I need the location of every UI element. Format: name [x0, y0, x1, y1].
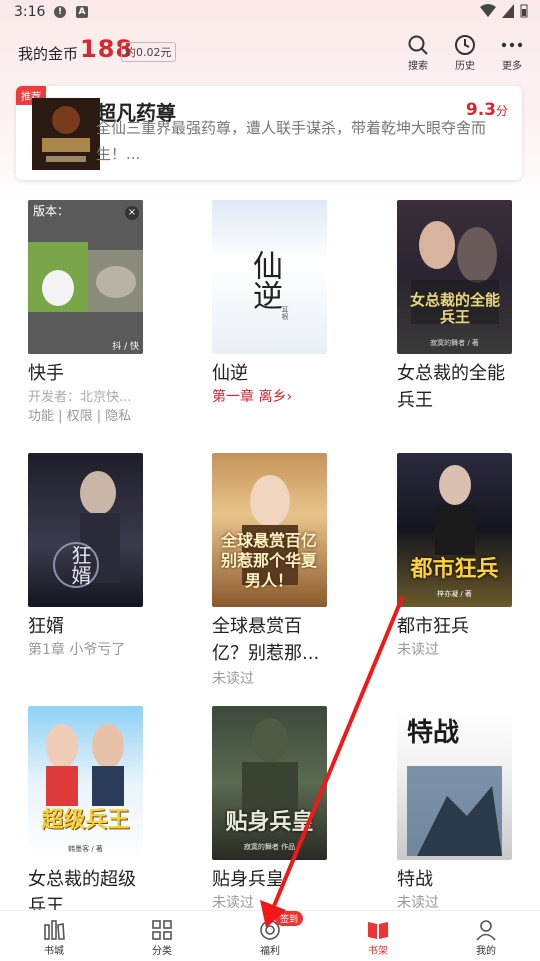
ad-version-label: 版本：	[33, 204, 70, 218]
cover-text: 特战	[407, 718, 460, 748]
recommend-card[interactable]: 推荐 超凡药尊 全仙三重界最强药尊，遭人联手谋杀，带着乾坤大眼夺舍而生！... …	[16, 86, 522, 180]
cover-text: 仙逆	[247, 250, 282, 310]
book-progress: 未读过	[397, 895, 439, 911]
book-title: 全球悬赏百亿？别惹那...	[212, 616, 320, 664]
bottom-nav: 书城 分类 福利 书架 我的	[0, 910, 540, 961]
search-button[interactable]: 搜索	[398, 34, 438, 74]
book-progress: 未读过	[212, 895, 254, 911]
cover-art-icon	[32, 98, 100, 170]
nav-shelf-label: 书架	[368, 946, 388, 957]
book-title: 贴身兵皇	[212, 869, 284, 890]
cover-author: 韩墨客 / 著	[68, 845, 103, 853]
cover-author: 梓亦凝 / 著	[437, 590, 472, 598]
cover-author: 寂寞的舞者 / 著	[430, 339, 479, 347]
nav-shelf[interactable]: 书架	[348, 911, 408, 961]
book-cover: 全球悬赏百亿 别惹那个华夏男人！	[212, 453, 327, 607]
user-icon	[476, 920, 496, 941]
book-cover: 贴身兵皇 寂寞的舞者 作品	[212, 706, 327, 860]
history-label: 历史	[455, 61, 475, 72]
ad-image-icon	[28, 200, 143, 354]
cover-text: 都市狂兵	[410, 557, 499, 582]
book-progress: 第一章 离乡›	[212, 386, 292, 406]
wifi-icon	[480, 4, 496, 17]
status-icons	[480, 4, 528, 18]
book-progress: 第1章 小爷亏了	[28, 642, 126, 658]
ad-links[interactable]: 功能 | 权限 | 隐私	[28, 405, 131, 424]
cover-art-icon	[435, 465, 475, 555]
nav-welfare-label: 福利	[260, 946, 280, 957]
book-cover: 狂婿	[28, 453, 143, 607]
recommend-desc: 全仙三重界最强药尊，遭人联手谋杀，带着乾坤大眼夺舍而生！...	[96, 119, 487, 163]
recommend-score: 9.3分	[466, 100, 508, 120]
clock-icon	[455, 35, 475, 55]
book-title: 快手	[28, 363, 64, 384]
nav-bookstore[interactable]: 书城	[24, 911, 84, 961]
cover-text: 全球悬赏百亿 别惹那个华夏男人！	[220, 531, 317, 590]
category-grid-icon	[152, 920, 172, 940]
bookshelf-icon	[368, 922, 388, 939]
ad-brand-label: 抖 / 快	[112, 342, 139, 352]
status-time: 3:16	[14, 4, 46, 20]
book-title: 仙逆	[212, 363, 248, 384]
cover-art-icon	[242, 718, 298, 832]
recommend-book-cover	[32, 98, 100, 170]
checkin-badge[interactable]: 签到	[275, 911, 304, 926]
coin-approx: 约0.02元	[121, 42, 176, 62]
nav-bookstore-label: 书城	[44, 946, 64, 957]
score-value: 9.3	[465, 100, 496, 120]
book-title: 女总裁的全能兵王	[397, 363, 505, 411]
notification-a-icon: A	[76, 6, 88, 18]
book-progress-text: 第一章 离乡	[212, 389, 287, 405]
search-label: 搜索	[408, 61, 428, 72]
status-bar: 3:16 ! A	[0, 0, 540, 26]
book-cover: 都市狂兵 梓亦凝 / 著	[397, 453, 512, 607]
chevron-right-icon: ›	[286, 389, 293, 405]
nav-mine[interactable]: 我的	[456, 911, 516, 961]
book-progress: 未读过	[397, 642, 439, 658]
ad-cover: 版本： × 抖 / 快	[28, 200, 143, 354]
book-cover: 超级兵王 韩墨客 / 著	[28, 706, 143, 860]
cover-art-icon	[46, 724, 124, 806]
cover-text: 贴身兵皇	[225, 810, 314, 835]
cover-author: 寂寞的舞者 作品	[243, 843, 296, 851]
header: 我的金币 188 约0.02元 搜索 历史 更多	[0, 30, 540, 74]
bookstore-icon	[44, 920, 65, 940]
nav-category[interactable]: 分类	[132, 911, 192, 961]
more-label: 更多	[502, 61, 522, 72]
battery-icon	[520, 4, 528, 18]
cover-author: 耳根	[281, 306, 289, 320]
book-progress: 未读过	[212, 671, 254, 687]
cover-text: 女总裁的全能兵王	[409, 291, 500, 326]
cover-art-icon	[411, 221, 499, 324]
coin-label: 我的金币	[18, 45, 79, 63]
book-cover: 特战	[397, 706, 512, 860]
book-cover: 仙逆 耳根	[212, 200, 327, 354]
book-title: 特战	[397, 869, 433, 890]
notification-alert-icon: !	[54, 6, 66, 18]
history-button[interactable]: 历史	[445, 34, 485, 74]
nav-mine-label: 我的	[476, 946, 496, 957]
book-cover: 女总裁的全能兵王 寂寞的舞者 / 著	[397, 200, 512, 354]
book-title: 都市狂兵	[397, 616, 469, 637]
more-dots-icon	[501, 42, 523, 48]
ad-developer: 开发者：北京快...	[28, 390, 132, 405]
signal-icon	[502, 4, 514, 18]
ad-close-icon[interactable]: ×	[125, 206, 139, 220]
score-unit: 分	[495, 104, 508, 118]
more-button[interactable]: 更多	[492, 34, 532, 74]
cover-text: 狂婿	[68, 545, 92, 585]
nav-category-label: 分类	[152, 946, 172, 957]
book-title: 狂婿	[28, 616, 64, 637]
cover-text: 超级兵王	[41, 808, 130, 833]
search-icon	[408, 35, 428, 55]
